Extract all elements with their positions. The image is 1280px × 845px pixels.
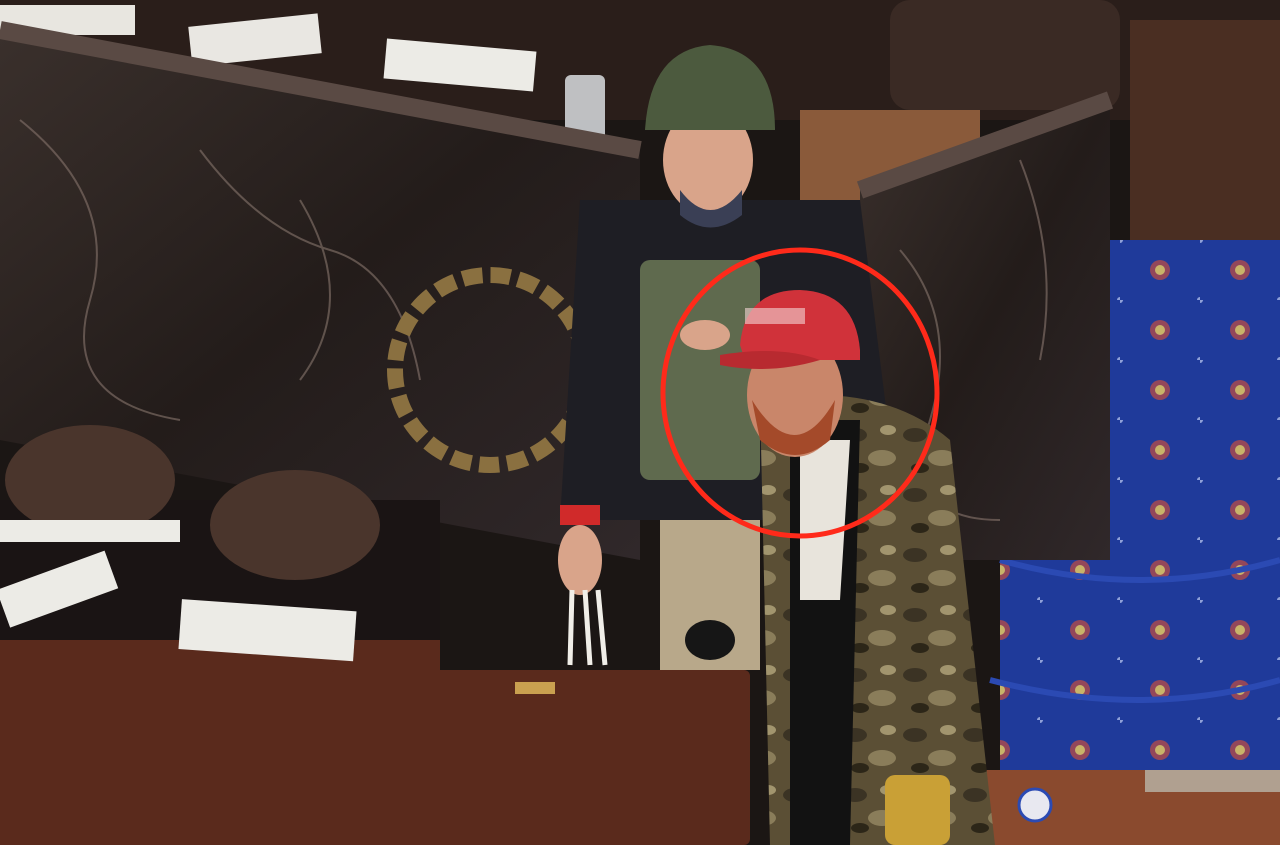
red-cuff: [560, 505, 600, 525]
brass-plate-icon: [515, 682, 555, 694]
paper: [0, 520, 180, 542]
back-chair: [890, 0, 1120, 110]
pointing-hand: [680, 320, 730, 350]
round-seal-icon: [1017, 787, 1053, 823]
cap-text-patch: [745, 308, 805, 324]
desk-chair: [5, 425, 175, 535]
black-glove: [685, 620, 735, 660]
scene-svg: [0, 0, 1280, 845]
front-chair-back: [330, 670, 750, 845]
right-back-chair: [1130, 20, 1280, 250]
hand: [558, 525, 602, 595]
photo-scene: [0, 0, 1280, 845]
yellow-glove: [885, 775, 950, 845]
desk-rail: [1145, 770, 1280, 792]
desk-chair: [210, 470, 380, 580]
